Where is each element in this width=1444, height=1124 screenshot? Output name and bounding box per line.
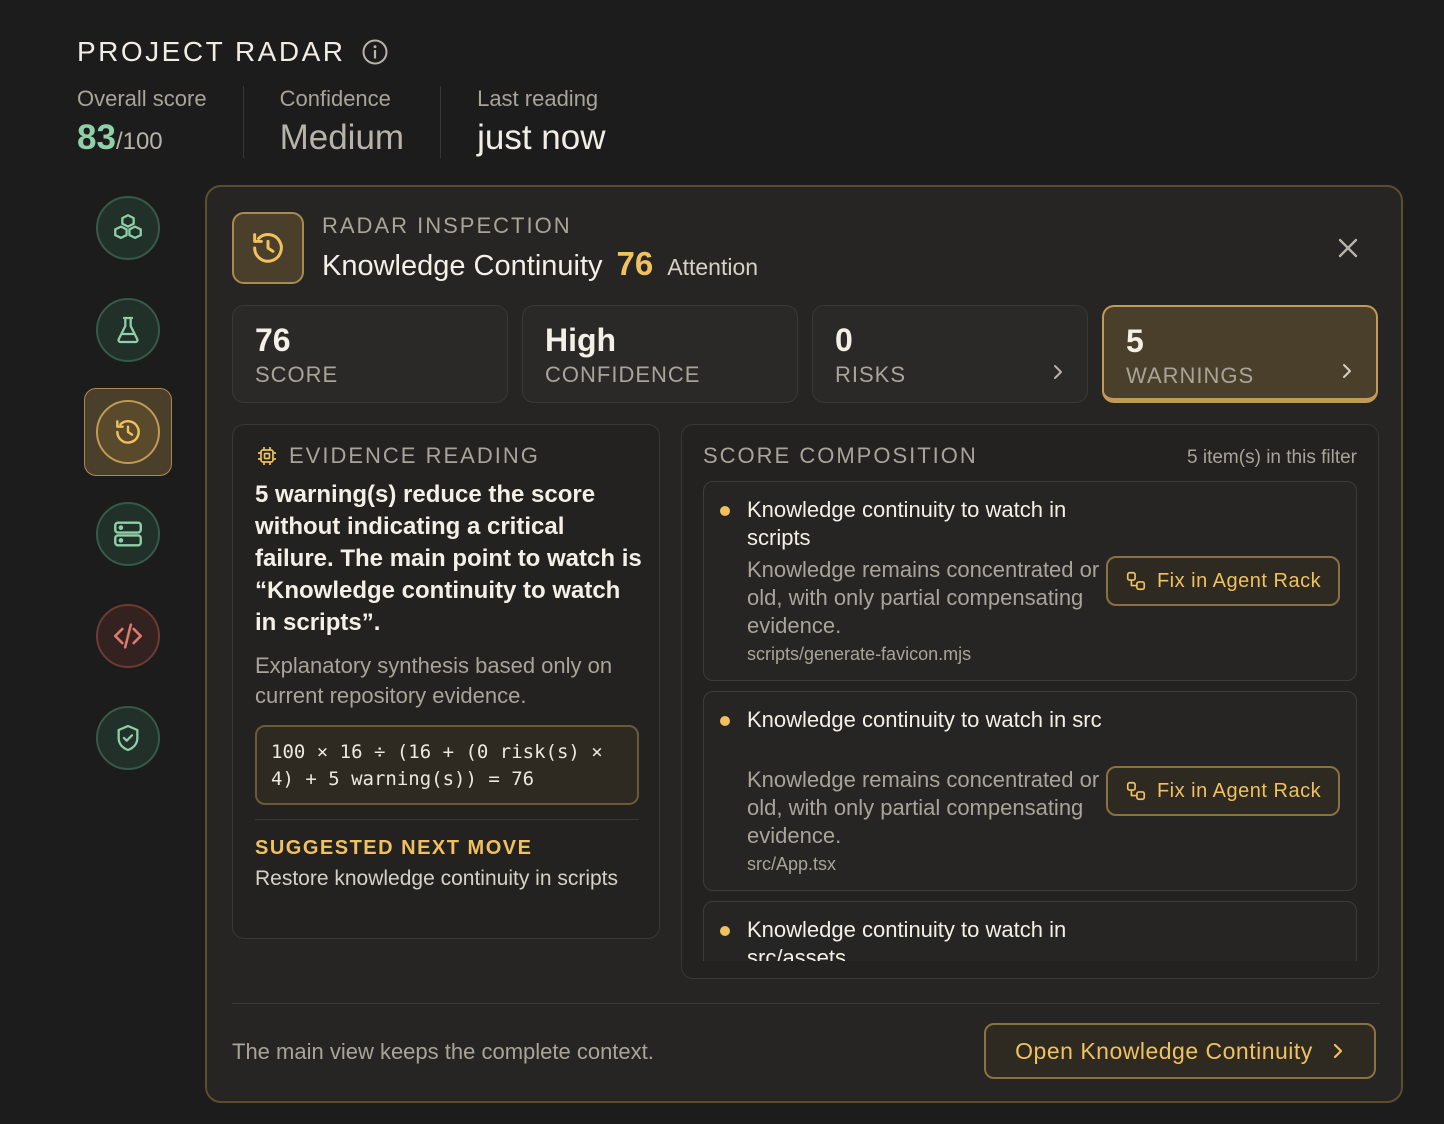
- list-item: Knowledge continuity to watch in src Kno…: [703, 691, 1357, 891]
- overall-score-number: 83: [77, 118, 116, 157]
- last-reading-label: Last reading: [477, 86, 599, 111]
- next-move-text: Restore knowledge continuity in scripts: [255, 867, 619, 890]
- metric-value: 0: [835, 322, 853, 358]
- close-button[interactable]: [1335, 235, 1361, 261]
- metric-card-confidence: High CONFIDENCE: [522, 305, 798, 403]
- metric-label: WARNINGS: [1126, 363, 1255, 388]
- metric-label: CONFIDENCE: [545, 362, 701, 387]
- last-reading-stat: Last reading just now: [477, 86, 641, 158]
- evidence-heading-text: EVIDENCE READING: [289, 443, 540, 468]
- nav-item-code[interactable]: [96, 604, 160, 668]
- history-icon: [253, 233, 283, 263]
- item-description: Knowledge remains concentrated or old, w…: [747, 767, 1100, 848]
- nav-item-tests[interactable]: [96, 298, 160, 362]
- item-title: Knowledge continuity to watch in scripts: [747, 497, 1067, 550]
- metric-label: SCORE: [255, 362, 339, 387]
- metric-value: 76: [255, 322, 291, 358]
- fix-in-agent-rack-button[interactable]: Fix in Agent Rack: [1106, 556, 1340, 606]
- last-reading-value: just now: [477, 118, 606, 157]
- metric-value: High: [545, 322, 617, 358]
- composition-list[interactable]: Knowledge continuity to watch in scripts…: [703, 481, 1359, 961]
- flask-icon: [117, 316, 139, 344]
- shield-check-icon: [117, 724, 139, 752]
- overall-score-label: Overall score: [77, 86, 207, 111]
- item-path: scripts/generate-favicon.mjs: [747, 644, 972, 664]
- overall-score-stat: Overall score 83/100: [77, 86, 244, 158]
- metric-card-score: 76 SCORE: [232, 305, 508, 403]
- close-icon: [1338, 238, 1358, 258]
- confidence-stat: Confidence Medium: [279, 86, 442, 158]
- chip-icon: [258, 447, 276, 465]
- fix-button-label: Fix in Agent Rack: [1156, 779, 1322, 802]
- score-formula: 100 × 16 ÷ (16 + (0 risk(s) × 4) + 5 war…: [255, 725, 639, 805]
- cubes-icon: [114, 214, 142, 240]
- divider: [255, 819, 639, 820]
- fix-button-label: Fix in Agent Rack: [1156, 569, 1322, 592]
- composition-heading: SCORE COMPOSITION: [703, 443, 978, 468]
- item-title: Knowledge continuity to watch in src/ass…: [747, 917, 1067, 961]
- chevron-right-icon: [1333, 1043, 1342, 1059]
- chevron-right-icon: [1343, 364, 1351, 378]
- nav-item-infrastructure[interactable]: [96, 502, 160, 566]
- nav-item-knowledge-continuity[interactable]: [84, 388, 172, 476]
- metric-card-risks[interactable]: 0 RISKS: [812, 305, 1088, 403]
- warning-dot-icon: [720, 506, 730, 516]
- evidence-heading: EVIDENCE READING: [255, 443, 540, 469]
- panel-eyebrow: RADAR INSPECTION: [322, 213, 572, 238]
- next-move-label: SUGGESTED NEXT MOVE: [255, 837, 533, 859]
- panel-title-status: Attention: [667, 254, 759, 280]
- metric-value: 5: [1126, 323, 1144, 359]
- warning-dot-icon: [720, 716, 730, 726]
- panel-title-name: Knowledge Continuity: [322, 250, 603, 282]
- link-nodes-icon: [1126, 781, 1146, 801]
- footer-text: The main view keeps the complete context…: [232, 1039, 654, 1064]
- metric-card-warnings[interactable]: 5 WARNINGS: [1102, 305, 1378, 403]
- list-item: Knowledge continuity to watch in src/ass…: [703, 901, 1357, 961]
- link-nodes-icon: [1126, 571, 1146, 591]
- page-title: PROJECT RADAR: [77, 36, 389, 68]
- evidence-body: 5 warning(s) reduce the score without in…: [255, 481, 642, 636]
- list-item: Knowledge continuity to watch in scripts…: [703, 481, 1357, 681]
- open-button-label: Open Knowledge Continuity: [1015, 1037, 1313, 1064]
- nav-item-architecture[interactable]: [96, 196, 160, 260]
- composition-count: 5 item(s) in this filter: [1187, 447, 1357, 468]
- metric-label: RISKS: [835, 362, 907, 387]
- header-stats: Overall score 83/100 Confidence Medium L…: [77, 86, 677, 158]
- panel-title-score: 76: [616, 245, 654, 282]
- warning-dot-icon: [720, 926, 730, 936]
- fix-in-agent-rack-button[interactable]: Fix in Agent Rack: [1106, 766, 1340, 816]
- radar-inspection-panel: RADAR INSPECTION Knowledge Continuity 76…: [205, 185, 1403, 1103]
- open-knowledge-continuity-button[interactable]: Open Knowledge Continuity: [984, 1023, 1376, 1079]
- item-title: Knowledge continuity to watch in src: [747, 707, 1102, 732]
- server-icon: [114, 521, 142, 547]
- score-composition-card: SCORE COMPOSITION 5 item(s) in this filt…: [681, 424, 1379, 979]
- confidence-label: Confidence: [279, 86, 391, 111]
- code-icon: [113, 623, 143, 649]
- evidence-subtext: Explanatory synthesis based only on curr…: [255, 653, 613, 708]
- item-path: src/App.tsx: [747, 854, 837, 874]
- page-title-text: PROJECT RADAR: [77, 36, 346, 67]
- info-icon[interactable]: [361, 38, 389, 66]
- panel-title: Knowledge Continuity 76 Attention: [322, 245, 758, 283]
- chevron-right-icon: [1054, 365, 1062, 379]
- overall-score-max: /100: [115, 128, 163, 155]
- nav-item-security[interactable]: [96, 706, 160, 770]
- evidence-reading-card: EVIDENCE READING 5 warning(s) reduce the…: [232, 424, 660, 939]
- panel-icon: [232, 212, 304, 284]
- footer-divider: [232, 1003, 1380, 1004]
- item-description: Knowledge remains concentrated or old, w…: [747, 557, 1100, 638]
- overall-score-value: 83/100: [77, 118, 207, 158]
- confidence-value: Medium: [279, 118, 405, 157]
- history-icon: [116, 420, 140, 444]
